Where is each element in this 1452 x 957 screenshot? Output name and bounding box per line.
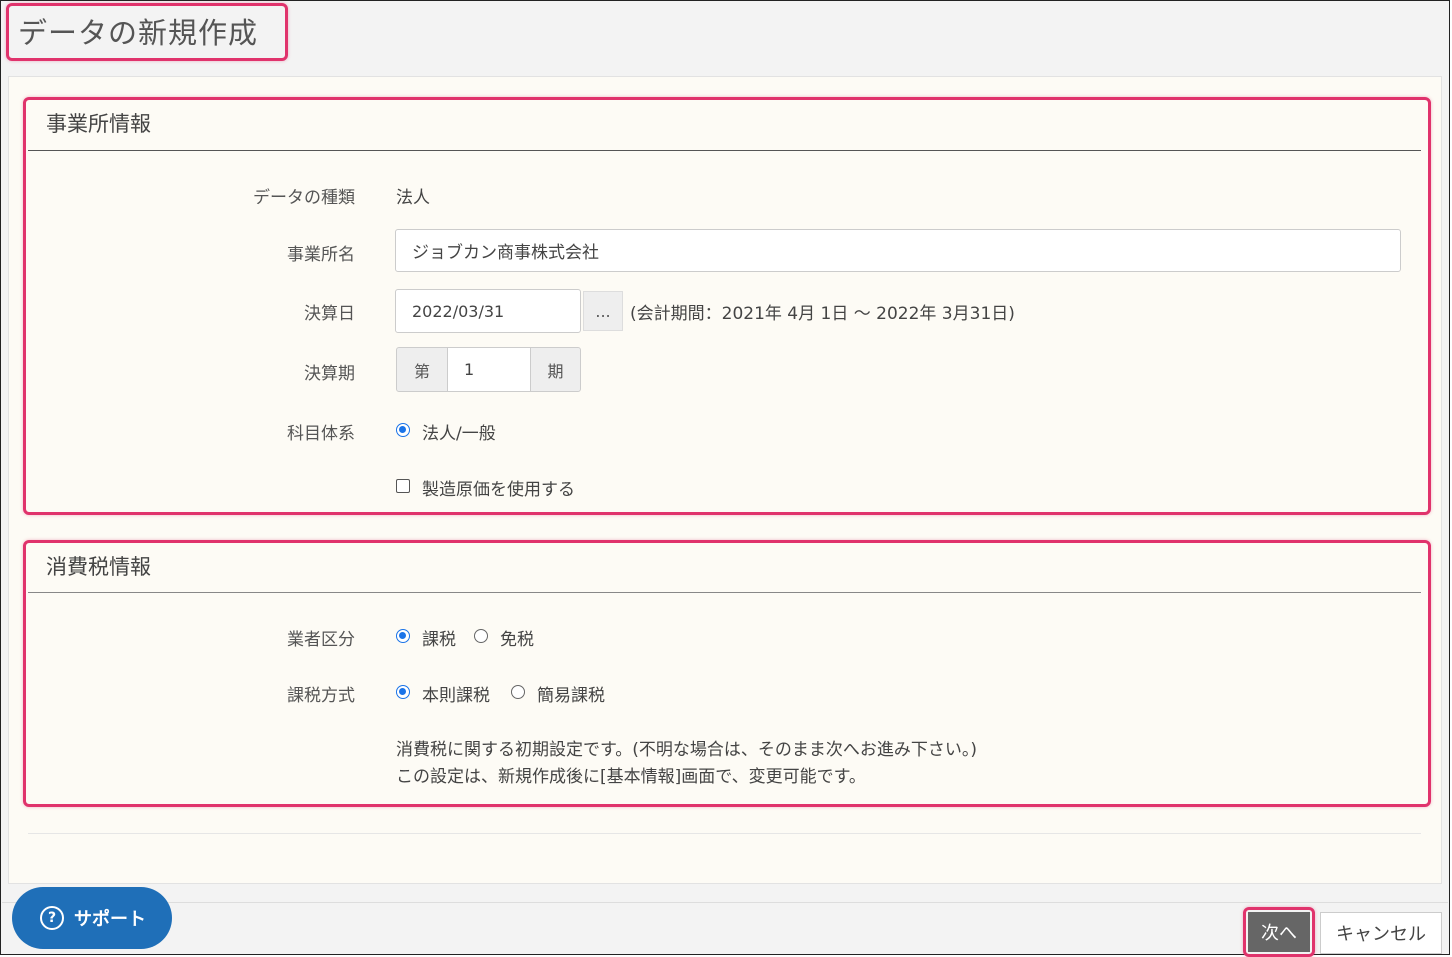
- data-type-value: 法人: [396, 188, 430, 208]
- office-section-title: 事業所情報: [46, 112, 151, 136]
- date-picker-label: ...: [595, 301, 611, 321]
- office-section-divider: [28, 150, 1421, 151]
- manufacturing-cost-checkbox[interactable]: [396, 479, 410, 493]
- account-system-radio[interactable]: [396, 423, 410, 437]
- fiscal-term-prefix: 第: [396, 347, 448, 392]
- business-type-label: 業者区分: [287, 630, 355, 650]
- business-type-exempt-radio[interactable]: [474, 629, 488, 643]
- business-type-exempt-label: 免税: [500, 630, 534, 650]
- page-title: データの新規作成: [18, 16, 259, 50]
- next-button[interactable]: 次へ: [1248, 912, 1310, 952]
- fiscal-term-suffix-text: 期: [547, 361, 564, 381]
- tax-section-title: 消費税情報: [46, 555, 151, 579]
- support-button[interactable]: ? サポート: [12, 887, 172, 949]
- fiscal-period-note: (会計期間：2021年 4月 1日 ～ 2022年 3月31日): [630, 304, 1015, 324]
- closing-date-value: 2022/03/31: [412, 301, 505, 321]
- next-label: 次へ: [1261, 923, 1297, 944]
- business-type-taxable-label: 課税: [422, 630, 456, 650]
- manufacturing-cost-label: 製造原価を使用する: [422, 480, 575, 500]
- closing-date-label: 決算日: [304, 304, 355, 324]
- tax-method-simplified-radio[interactable]: [511, 685, 525, 699]
- tax-method-standard-label: 本則課税: [422, 686, 490, 706]
- closing-date-input[interactable]: 2022/03/31: [395, 289, 581, 333]
- tax-method-standard-radio[interactable]: [396, 685, 410, 699]
- tax-section-divider: [28, 592, 1421, 593]
- office-name-input[interactable]: ジョブカン商事株式会社: [395, 229, 1401, 272]
- business-type-taxable-radio[interactable]: [396, 629, 410, 643]
- cancel-button[interactable]: キャンセル: [1320, 912, 1442, 954]
- form-footer-divider: [28, 833, 1421, 834]
- fiscal-term-prefix-text: 第: [413, 361, 430, 381]
- fiscal-term-value: 1: [464, 360, 475, 379]
- account-system-option: 法人/一般: [422, 424, 496, 444]
- account-system-label: 科目体系: [287, 424, 355, 444]
- tax-note-line-2: この設定は、新規作成後に[基本情報]画面で、変更可能です。: [396, 767, 866, 787]
- cancel-label: キャンセル: [1336, 924, 1426, 945]
- date-picker-button[interactable]: ...: [583, 291, 623, 331]
- fiscal-term-input[interactable]: 1: [447, 347, 531, 392]
- office-name-label: 事業所名: [287, 245, 355, 265]
- office-name-value: ジョブカン商事株式会社: [412, 243, 599, 263]
- tax-method-simplified-label: 簡易課税: [537, 686, 605, 706]
- tax-method-label: 課税方式: [287, 686, 355, 706]
- support-label: サポート: [74, 909, 146, 930]
- question-icon: ?: [40, 906, 64, 930]
- fiscal-term-suffix: 期: [530, 347, 581, 392]
- tax-note-line-1: 消費税に関する初期設定です。(不明な場合は、そのまま次へお進み下さい。): [396, 740, 978, 760]
- data-type-label: データの種類: [253, 188, 355, 208]
- fiscal-term-label: 決算期: [304, 364, 355, 384]
- bottom-bar-divider: [2, 902, 1448, 903]
